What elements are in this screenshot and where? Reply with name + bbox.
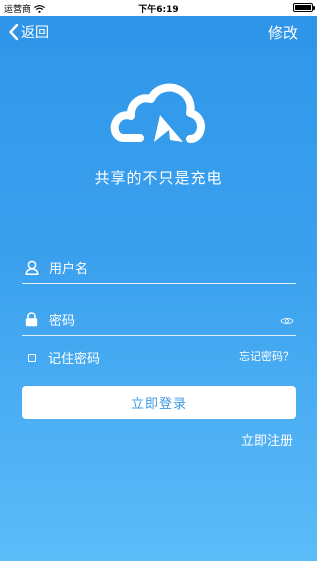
status-right: [293, 3, 315, 12]
eye-icon[interactable]: [280, 316, 294, 326]
remember-label: 记住密码: [48, 352, 101, 367]
login-screen: 运营商 下午6:19 返回 修改 共享的不只是充电 用户名 记住密码 忘记密码？…: [0, 0, 317, 561]
nav-bar: 返回 修改: [0, 16, 317, 48]
username-field: [22, 256, 296, 284]
user-icon: [25, 260, 39, 275]
battery-icon: [293, 3, 315, 12]
back-button[interactable]: 返回: [8, 22, 49, 42]
status-bar: 运营商 下午6:19: [0, 0, 317, 16]
status-time: 下午6:19: [138, 5, 179, 15]
forgot-password-link[interactable]: 忘记密码？: [239, 348, 294, 364]
cloud-charging-logo: [110, 83, 205, 143]
password-field: [22, 308, 296, 336]
username-input[interactable]: [49, 258, 279, 280]
password-input[interactable]: [49, 310, 279, 332]
chevron-left-icon: [9, 23, 19, 41]
back-label: 返回: [21, 25, 49, 41]
register-link[interactable]: 立即注册: [241, 430, 293, 449]
battery-fill: [295, 5, 311, 10]
remember-password-toggle[interactable]: 记住密码: [28, 348, 100, 367]
lock-icon: [25, 312, 38, 327]
login-button[interactable]: 立即登录: [22, 386, 296, 419]
remember-checkbox[interactable]: [28, 353, 36, 362]
slogan: 共享的不只是充电: [94, 169, 223, 187]
edit-button[interactable]: 修改: [268, 22, 298, 43]
